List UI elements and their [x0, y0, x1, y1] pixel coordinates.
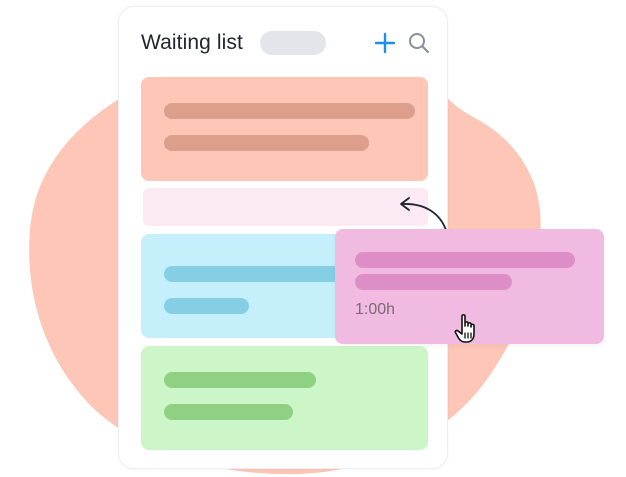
- text-placeholder-bar: [355, 252, 575, 268]
- add-button[interactable]: [373, 31, 397, 55]
- panel-title: Waiting list: [141, 31, 243, 54]
- text-placeholder-bar: [164, 404, 293, 420]
- hand-pointer-icon: [454, 314, 475, 343]
- illustration-stage: Waiting list 1:00h: [0, 0, 626, 477]
- list-card[interactable]: [141, 346, 428, 450]
- text-placeholder-bar: [164, 266, 364, 282]
- list-card[interactable]: [141, 77, 428, 181]
- search-button[interactable]: [407, 31, 431, 55]
- text-placeholder-bar: [164, 103, 415, 119]
- search-icon: [409, 33, 430, 54]
- drop-target-slot[interactable]: [143, 188, 428, 226]
- plus-icon: [374, 32, 396, 54]
- text-placeholder-bar: [164, 372, 316, 388]
- text-placeholder-bar: [164, 298, 249, 314]
- count-badge: [260, 31, 326, 55]
- text-placeholder-bar: [164, 135, 369, 151]
- text-placeholder-bar: [355, 274, 512, 290]
- duration-label: 1:00h: [355, 301, 396, 318]
